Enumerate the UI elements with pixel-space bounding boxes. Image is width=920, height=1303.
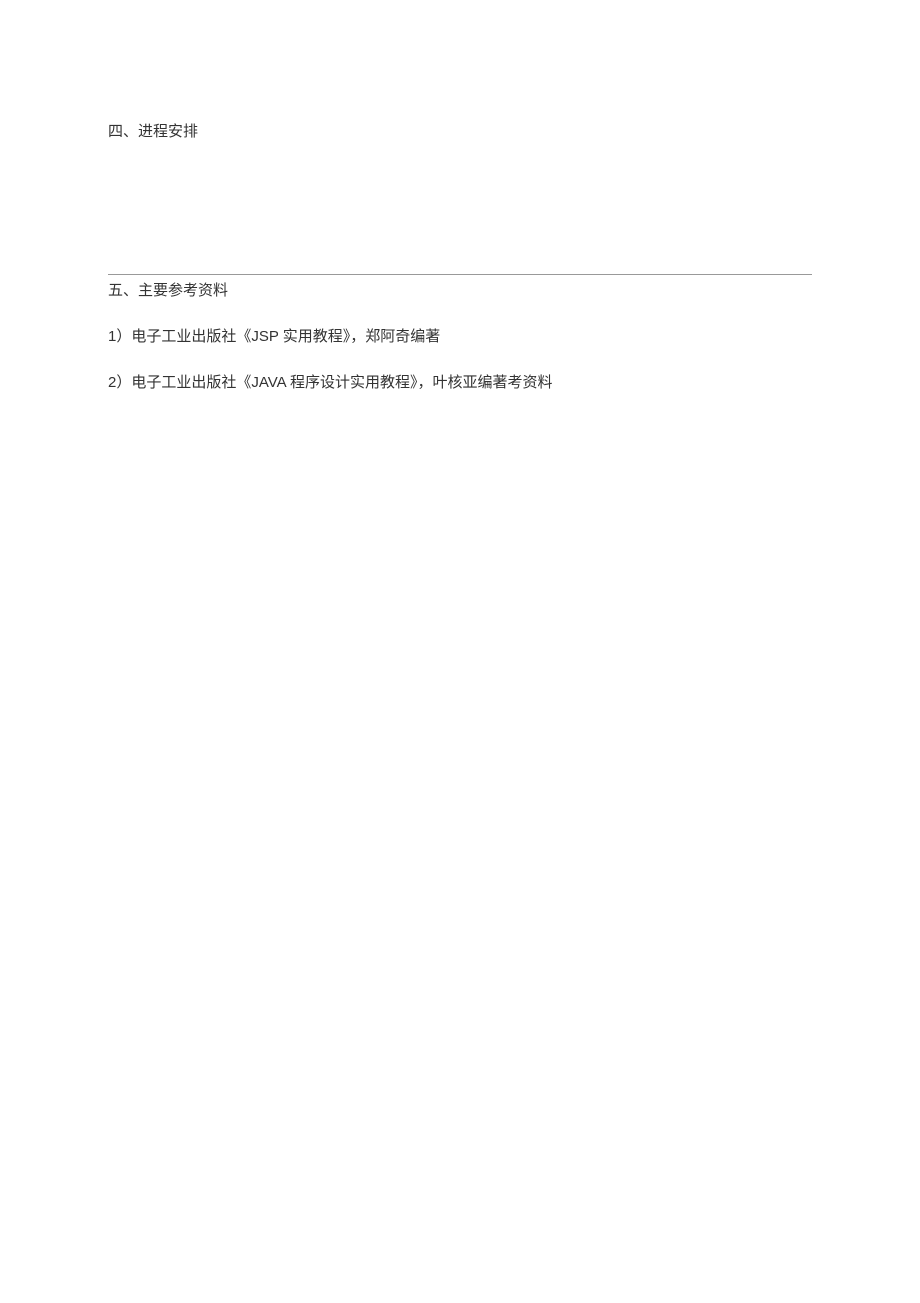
reference-item: 2）电子工业出版社《JAVA 程序设计实用教程》，叶核亚编著考资料 bbox=[108, 371, 812, 395]
section-schedule-heading: 四、进程安排 bbox=[108, 120, 812, 144]
section-divider bbox=[108, 274, 812, 275]
document-content: 四、进程安排 五、主要参考资料 1）电子工业出版社《JSP 实用教程》，郑阿奇编… bbox=[0, 0, 920, 395]
section-schedule: 四、进程安排 bbox=[108, 120, 812, 144]
section-references-heading: 五、主要参考资料 bbox=[108, 279, 812, 303]
reference-item: 1）电子工业出版社《JSP 实用教程》，郑阿奇编著 bbox=[108, 325, 812, 349]
